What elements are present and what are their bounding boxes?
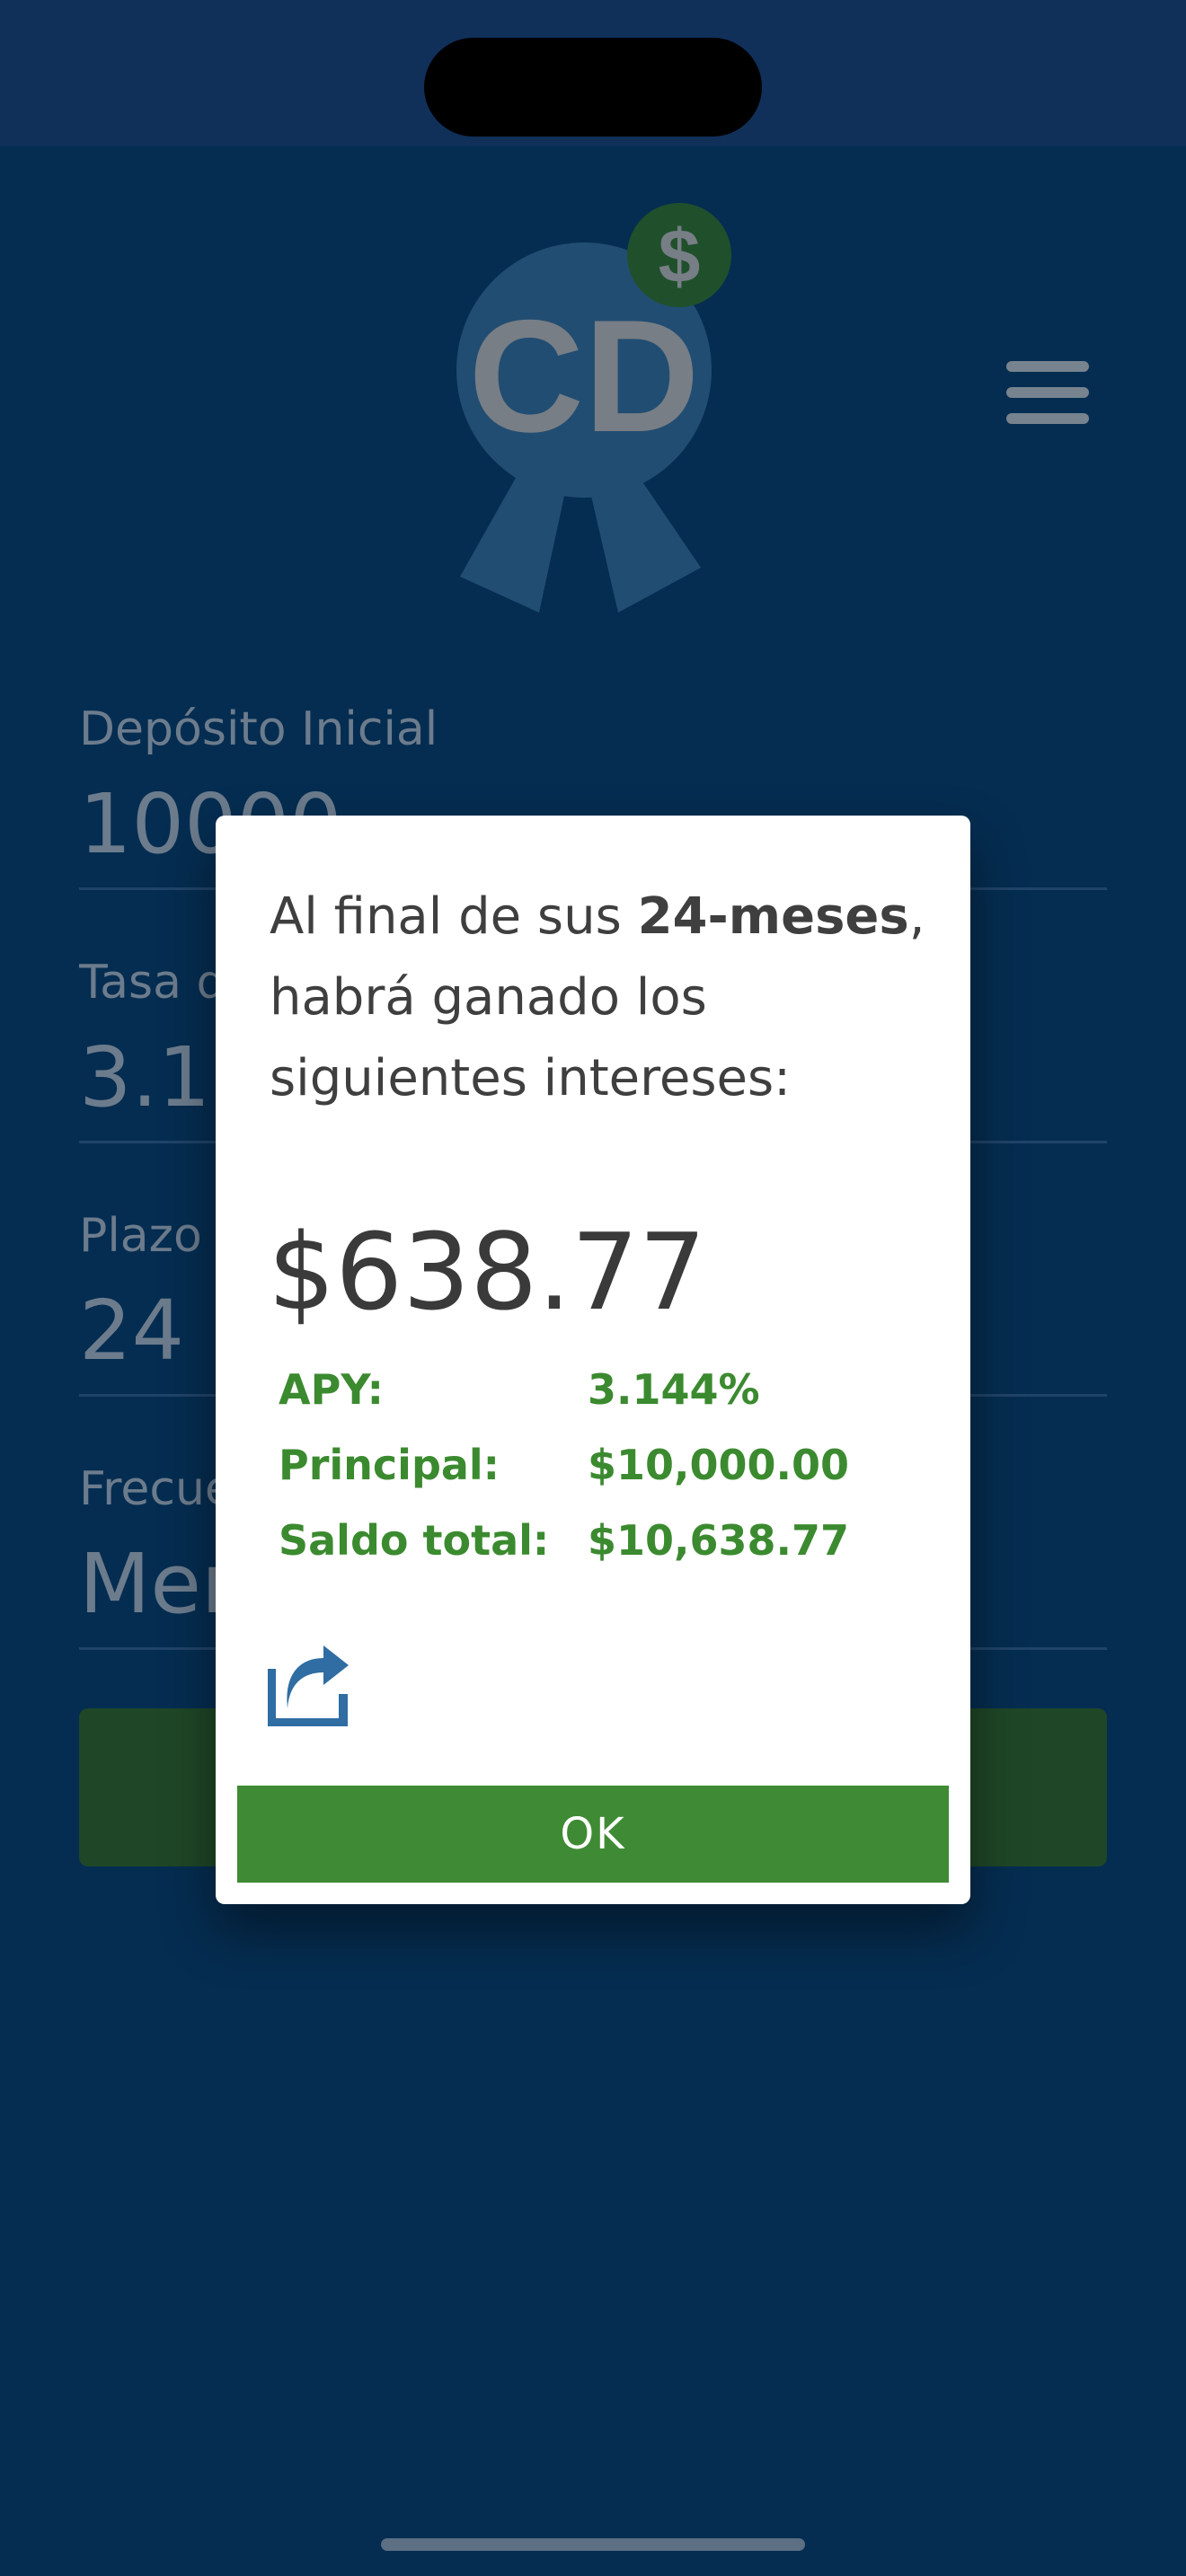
interest-amount: $638.77 [268,1210,706,1334]
dynamic-island [424,38,762,137]
detail-label: Principal: [279,1441,500,1489]
ok-button[interactable]: OK [237,1786,949,1883]
detail-value: $10,638.77 [588,1516,850,1565]
detail-value: $10,000.00 [588,1441,850,1489]
share-icon[interactable] [268,1645,350,1726]
result-message: Al final de sus 24-meses, habrá ganado l… [270,877,952,1119]
results-dialog: Al final de sus 24-meses, habrá ganado l… [216,816,970,1904]
detail-row-apy: APY: 3.144% [279,1365,925,1428]
detail-row-total-balance: Saldo total: $10,638.77 [279,1516,925,1579]
detail-value: 3.144% [588,1365,760,1414]
home-indicator [381,2538,805,2551]
detail-label: Saldo total: [279,1516,550,1565]
status-bar [0,0,1186,146]
detail-label: APY: [279,1365,385,1414]
detail-row-principal: Principal: $10,000.00 [279,1441,925,1504]
message-prefix: Al final de sus [270,887,638,946]
term-text: 24-meses [637,887,909,946]
